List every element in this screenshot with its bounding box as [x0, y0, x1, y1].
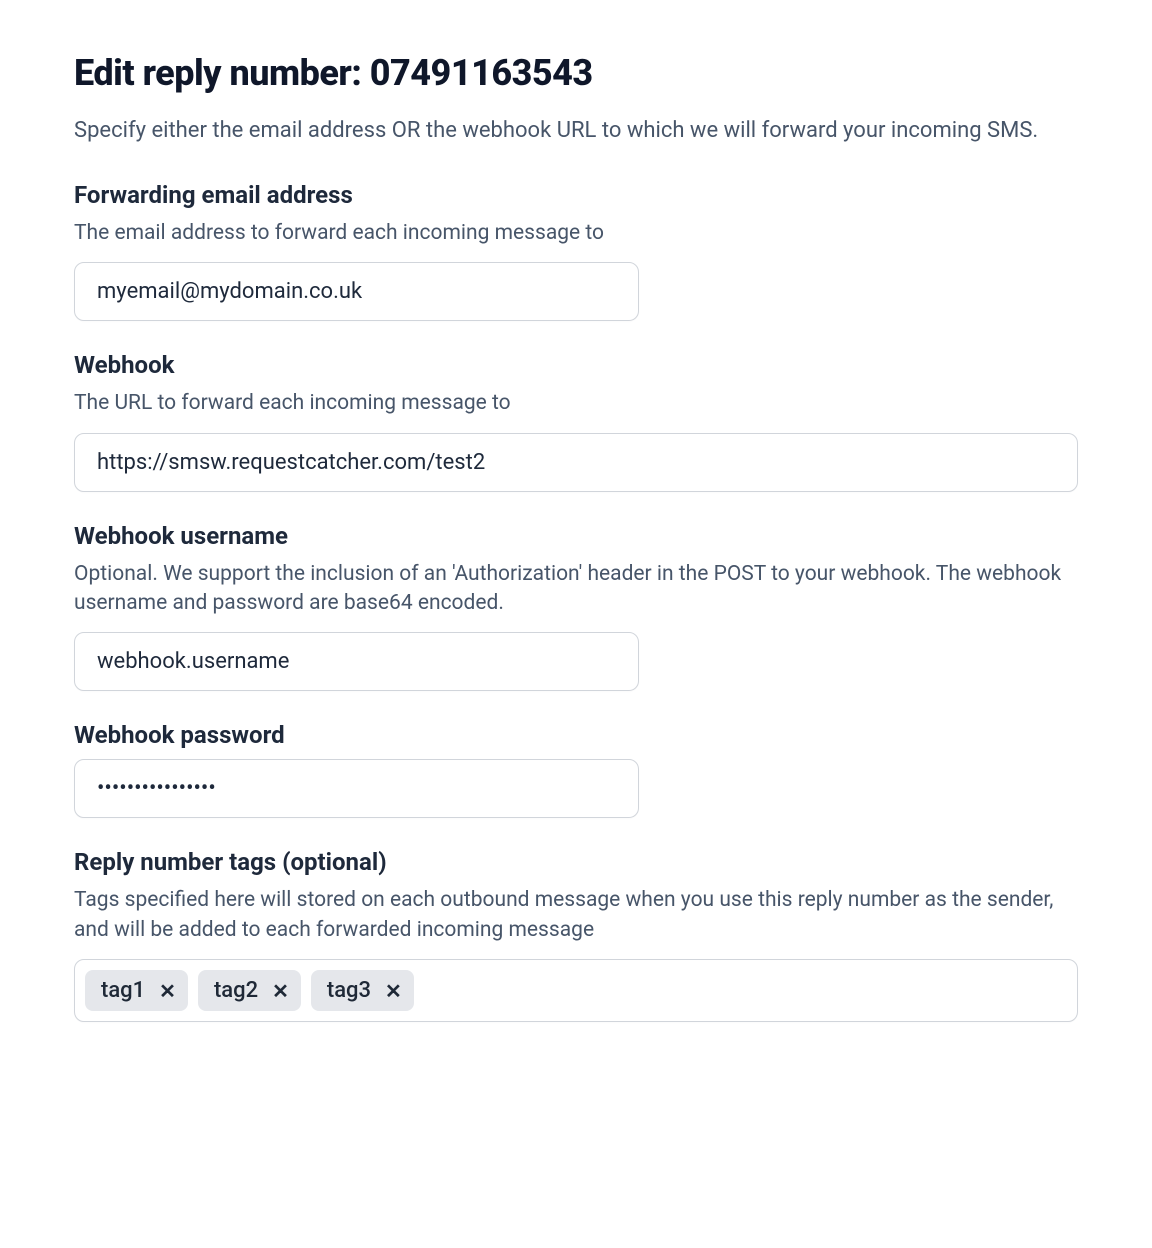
- tags-input[interactable]: tag1 ✕ tag2 ✕ tag3 ✕: [74, 959, 1078, 1022]
- tag-chip: tag3 ✕: [311, 970, 414, 1011]
- webhook-username-group: Webhook username Optional. We support th…: [74, 522, 1078, 692]
- close-icon[interactable]: ✕: [385, 981, 402, 1001]
- webhook-username-help: Optional. We support the inclusion of an…: [74, 560, 1078, 619]
- tag-chip-label: tag2: [214, 978, 258, 1003]
- webhook-username-label: Webhook username: [74, 522, 1078, 550]
- tag-chip-label: tag3: [327, 978, 371, 1003]
- tag-chip: tag1 ✕: [85, 970, 188, 1011]
- webhook-input[interactable]: [74, 433, 1078, 492]
- webhook-username-input[interactable]: [74, 632, 639, 691]
- webhook-label: Webhook: [74, 351, 1078, 379]
- forwarding-email-label: Forwarding email address: [74, 181, 1078, 209]
- tag-chip: tag2 ✕: [198, 970, 301, 1011]
- page-title: Edit reply number: 07491163543: [74, 52, 1078, 94]
- forwarding-email-help: The email address to forward each incomi…: [74, 219, 1078, 248]
- tags-help: Tags specified here will stored on each …: [74, 886, 1078, 945]
- close-icon[interactable]: ✕: [272, 981, 289, 1001]
- tags-group: Reply number tags (optional) Tags specif…: [74, 848, 1078, 1022]
- tag-chip-label: tag1: [101, 978, 145, 1003]
- webhook-help: The URL to forward each incoming message…: [74, 389, 1078, 418]
- webhook-password-input[interactable]: [74, 759, 639, 818]
- webhook-group: Webhook The URL to forward each incoming…: [74, 351, 1078, 491]
- webhook-password-label: Webhook password: [74, 721, 1078, 749]
- webhook-password-group: Webhook password: [74, 721, 1078, 818]
- close-icon[interactable]: ✕: [159, 981, 176, 1001]
- forwarding-email-group: Forwarding email address The email addre…: [74, 181, 1078, 321]
- tags-label: Reply number tags (optional): [74, 848, 1078, 876]
- edit-reply-number-panel: Edit reply number: 07491163543 Specify e…: [0, 0, 1152, 1248]
- forwarding-email-input[interactable]: [74, 262, 639, 321]
- page-description: Specify either the email address OR the …: [74, 116, 1078, 147]
